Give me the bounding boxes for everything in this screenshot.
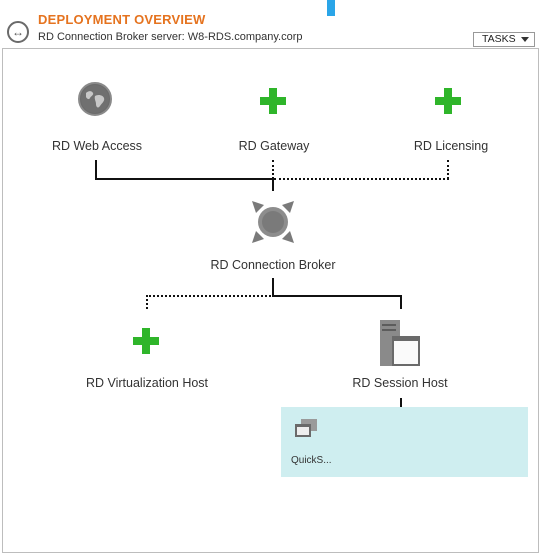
connector-licensing (447, 160, 449, 179)
connector-broker-virtualization (146, 295, 274, 297)
connector-web-broker (95, 178, 274, 180)
connector-gateway-licensing (274, 178, 449, 180)
add-virtualization-host-icon[interactable] (133, 328, 159, 354)
node-label-session-host: RD Session Host (352, 376, 448, 390)
globe-svg (81, 85, 109, 113)
globe-icon[interactable] (78, 82, 112, 116)
connector-session-collection (400, 398, 402, 407)
connector-broker-bottom (272, 278, 274, 296)
connector-gateway (272, 160, 274, 179)
session-host-icon[interactable] (380, 320, 420, 366)
deployment-diagram-panel (2, 48, 539, 553)
connector-web-access (95, 160, 97, 179)
connection-broker-icon[interactable] (250, 199, 296, 245)
connector-broker-top (272, 178, 274, 191)
tasks-label: TASKS (482, 33, 516, 45)
deployment-header: ↔ DEPLOYMENT OVERVIEW RD Connection Brok… (0, 0, 548, 48)
tasks-dropdown[interactable]: TASKS (473, 32, 535, 47)
rds-icon: ↔ (7, 21, 29, 43)
connector-session (400, 295, 402, 309)
node-label-broker: RD Connection Broker (210, 258, 336, 272)
connector-virtualization (146, 295, 148, 309)
add-gateway-icon[interactable] (260, 88, 286, 114)
node-label-gateway: RD Gateway (238, 139, 310, 153)
session-collection-tile[interactable]: QuickS... (281, 407, 528, 477)
add-licensing-icon[interactable] (435, 88, 461, 114)
chevron-down-icon (521, 37, 529, 42)
broker-server-label: RD Connection Broker server: W8-RDS.comp… (38, 31, 303, 43)
connector-broker-session (272, 295, 402, 297)
deployment-title: DEPLOYMENT OVERVIEW (38, 12, 206, 27)
collection-icon (295, 419, 317, 437)
node-label-licensing: RD Licensing (413, 139, 489, 153)
node-label-web-access: RD Web Access (51, 139, 143, 153)
node-label-virtualization-host: RD Virtualization Host (85, 376, 209, 390)
collection-label: QuickS... (291, 455, 332, 466)
accent-bar (327, 0, 335, 16)
